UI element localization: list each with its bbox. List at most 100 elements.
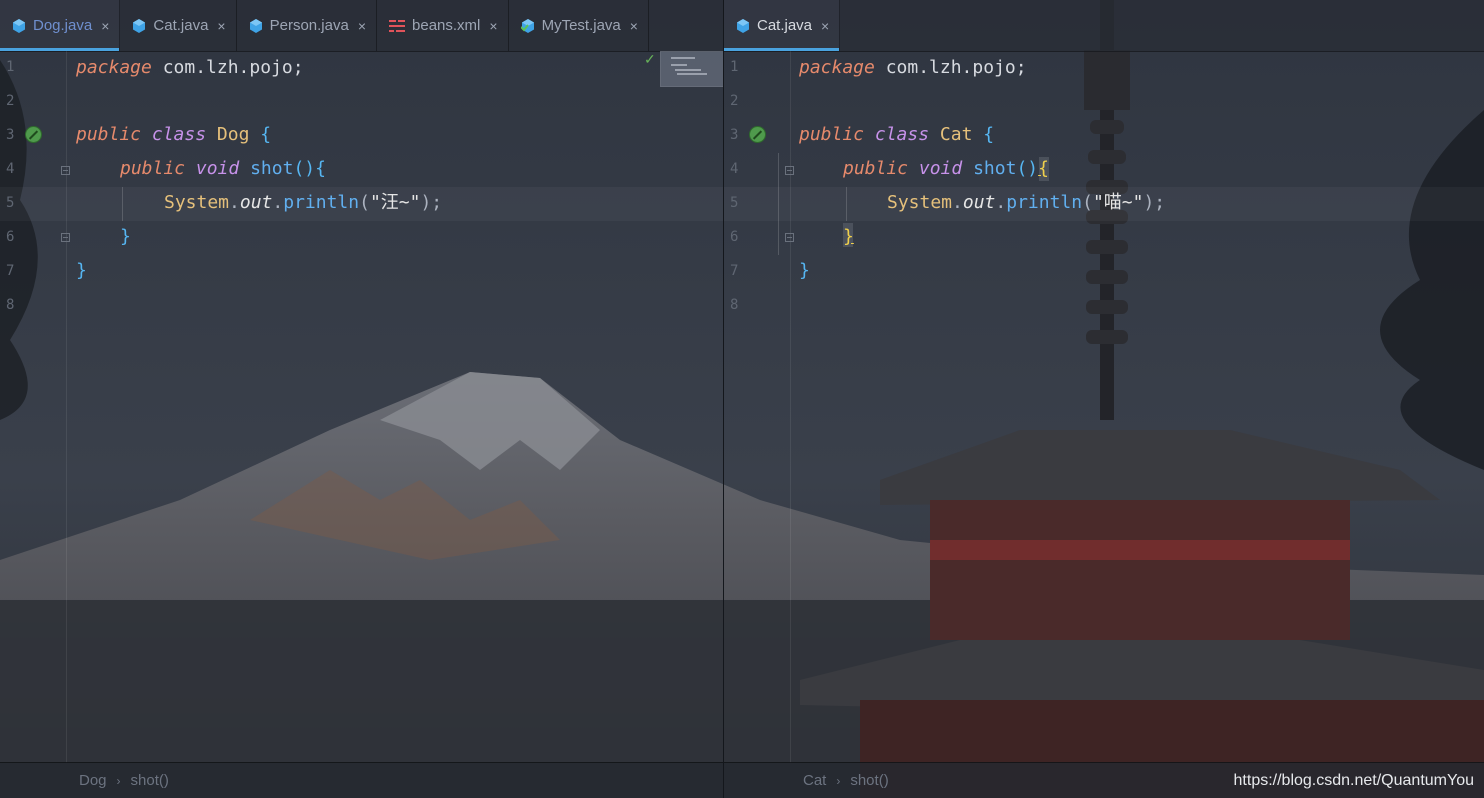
keyword: void: [195, 158, 240, 179]
left-code-editor[interactable]: 1 2 3 4 5 6 7 8 package com.lzh.pojo; pu…: [0, 51, 724, 763]
scope-guide: [778, 153, 779, 255]
line-number: 3: [6, 127, 15, 143]
line-number-gutter: 1 2 3 4 5 6 7 8: [0, 51, 70, 763]
java-class-icon: [13, 18, 25, 33]
keyword: package: [76, 57, 152, 78]
right-tab-bar: Cat.java ×: [724, 0, 1484, 52]
method-name: shot: [250, 158, 294, 179]
tab-person-java[interactable]: Person.java ×: [237, 0, 378, 51]
class-ref: System: [164, 192, 230, 213]
brace: }: [799, 260, 810, 281]
field-ref: out: [962, 192, 996, 213]
fold-icon[interactable]: [61, 166, 70, 175]
indent-guide: [846, 187, 847, 221]
keyword: void: [918, 158, 963, 179]
class-name: Dog: [216, 124, 250, 145]
keyword: public: [799, 124, 865, 145]
close-icon[interactable]: ×: [821, 18, 829, 34]
parens: (): [293, 158, 316, 179]
run-class-icon[interactable]: [25, 126, 42, 143]
brace: }: [843, 226, 854, 247]
paren: (: [359, 192, 370, 213]
line-number: 2: [730, 93, 739, 109]
line-number: 8: [6, 297, 15, 313]
brace: {: [260, 124, 272, 145]
keyword: class: [151, 124, 207, 145]
paren: );: [1143, 192, 1166, 213]
breadcrumb-method[interactable]: shot(): [131, 772, 169, 789]
java-class-icon: [249, 18, 262, 33]
right-code-editor[interactable]: 1 2 3 4 5 6 7 8 package com.lzh.pojo; pu…: [724, 51, 1484, 763]
code-line-5: System.out.println("汪~");: [164, 186, 442, 220]
line-number: 4: [6, 161, 15, 177]
keyword: public: [843, 158, 909, 179]
close-icon[interactable]: ×: [630, 18, 638, 34]
tab-label: MyTest.java: [541, 17, 621, 34]
tab-dog-java[interactable]: Dog.java ×: [0, 0, 121, 51]
line-number: 5: [6, 195, 15, 211]
inspection-ok-icon[interactable]: ✓: [644, 51, 656, 68]
code-line-7: }: [76, 254, 87, 288]
brace: }: [120, 226, 131, 247]
left-tab-bar: Dog.java × Cat.java × Person.java × bean…: [0, 0, 723, 52]
chevron-right-icon: ›: [116, 773, 121, 788]
code-line-6: }: [120, 220, 131, 254]
line-number: 4: [730, 161, 739, 177]
tab-cat-java[interactable]: Cat.java ×: [724, 0, 841, 51]
fold-icon[interactable]: [785, 166, 794, 175]
tab-beans-xml[interactable]: beans.xml ×: [377, 0, 509, 51]
breadcrumb-class[interactable]: Cat: [803, 772, 826, 789]
line-number: 7: [730, 263, 739, 279]
string-literal: "汪~": [369, 192, 421, 213]
code-line-5: System.out.println("喵~");: [887, 186, 1165, 220]
tab-mytest-java[interactable]: MyTest.java ×: [509, 0, 649, 51]
line-number: 1: [6, 59, 15, 75]
line-number: 5: [730, 195, 739, 211]
tab-label: Person.java: [269, 17, 349, 34]
keyword: class: [874, 124, 930, 145]
close-icon[interactable]: ×: [358, 18, 366, 34]
close-icon[interactable]: ×: [101, 18, 109, 34]
code-line-1: package com.lzh.pojo;: [799, 51, 1027, 85]
line-number: 8: [730, 297, 739, 313]
keyword: public: [120, 158, 186, 179]
package-name: com.lzh.pojo;: [151, 57, 304, 78]
line-number: 6: [730, 229, 739, 245]
close-icon[interactable]: ×: [217, 18, 225, 34]
code-line-3: public class Dog {: [76, 118, 271, 152]
tab-label: Cat.java: [757, 17, 813, 34]
watermark-url: https://blog.csdn.net/QuantumYou: [1233, 772, 1474, 789]
package-name: com.lzh.pojo;: [874, 57, 1027, 78]
breadcrumb-method[interactable]: shot(): [850, 772, 888, 789]
tab-cat-java[interactable]: Cat.java ×: [120, 0, 237, 51]
code-line-4: public void shot(){: [843, 152, 1049, 186]
field-ref: out: [239, 192, 273, 213]
minimap-preview[interactable]: [660, 51, 724, 87]
fold-icon[interactable]: [785, 233, 794, 242]
dot: .: [229, 192, 240, 213]
dot: .: [952, 192, 963, 213]
java-class-icon: [737, 18, 749, 33]
right-editor-pane: Cat.java × 1 2 3 4 5 6 7 8 package com.l…: [724, 0, 1484, 798]
paren: (: [1082, 192, 1093, 213]
indent-guide: [122, 187, 123, 221]
code-line-4: public void shot(){: [120, 152, 326, 186]
line-number: 2: [6, 93, 15, 109]
dot: .: [995, 192, 1007, 213]
keyword: public: [76, 124, 142, 145]
paren: );: [420, 192, 443, 213]
code-line-1: package com.lzh.pojo;: [76, 51, 304, 85]
run-class-icon[interactable]: [749, 126, 766, 143]
brace: }: [76, 260, 87, 281]
method-name: shot: [973, 158, 1017, 179]
dot: .: [272, 192, 284, 213]
fold-icon[interactable]: [61, 233, 70, 242]
line-number: 3: [730, 127, 739, 143]
close-icon[interactable]: ×: [489, 18, 497, 34]
method-call: println: [283, 192, 360, 213]
tab-label: beans.xml: [412, 17, 481, 34]
keyword: package: [799, 57, 875, 78]
breadcrumb-class[interactable]: Dog: [79, 772, 107, 789]
code-line-7: }: [799, 254, 810, 288]
java-test-class-icon: [520, 18, 534, 33]
